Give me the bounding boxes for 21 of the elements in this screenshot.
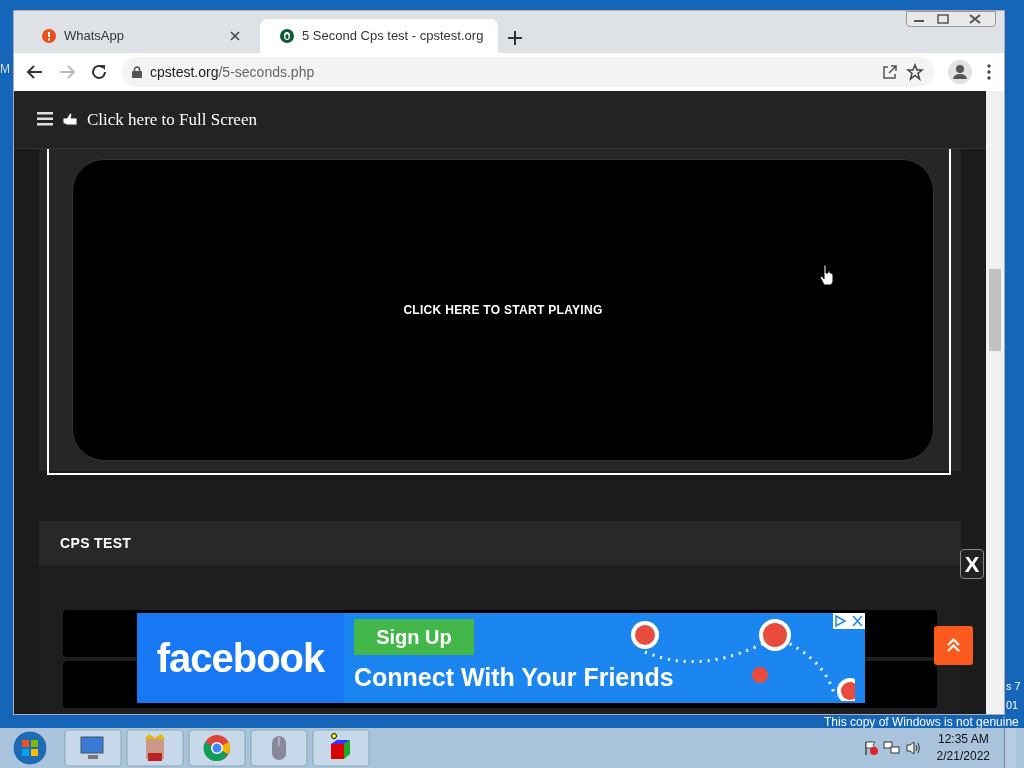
- clock-time: 12:35 AM: [937, 731, 989, 748]
- tab-title: 5 Second Cps test - cpstest.org: [302, 27, 484, 46]
- start-prompt: CLICK HERE TO START PLAYING: [403, 301, 603, 319]
- browser-tab[interactable]: 5 Second Cps test - cpstest.org: [260, 19, 498, 53]
- ad-popup-dialog[interactable]: facebook Sign Up Connect With Your Friends: [137, 613, 865, 703]
- desktop-text: s 7: [1006, 679, 1021, 694]
- desktop-text: M: [0, 61, 10, 78]
- genuine-notice: This copy of Windows is not genuine: [824, 714, 1019, 731]
- click-area[interactable]: CLICK HERE TO START PLAYING: [72, 158, 934, 461]
- browser-tab[interactable]: WhatsApp: [22, 19, 260, 53]
- card-title: CPS TEST: [60, 533, 132, 553]
- ad-brand: facebook: [156, 635, 325, 682]
- ad-close-button[interactable]: X: [960, 549, 984, 579]
- desktop-text: 01: [1006, 698, 1019, 713]
- fullscreen-link[interactable]: Click here to Full Screen: [87, 106, 257, 133]
- clock-date: 2/21/2022: [936, 748, 990, 765]
- ad-tagline: Connect With Your Friends: [354, 662, 674, 694]
- tab-title: WhatsApp: [64, 27, 125, 46]
- clock[interactable]: 12:35 AM 2/21/2022: [926, 731, 1000, 765]
- url-text: cpstest.org/5-seconds.php: [150, 62, 316, 82]
- address-bar[interactable]: cpstest.org/5-seconds.php: [122, 57, 934, 87]
